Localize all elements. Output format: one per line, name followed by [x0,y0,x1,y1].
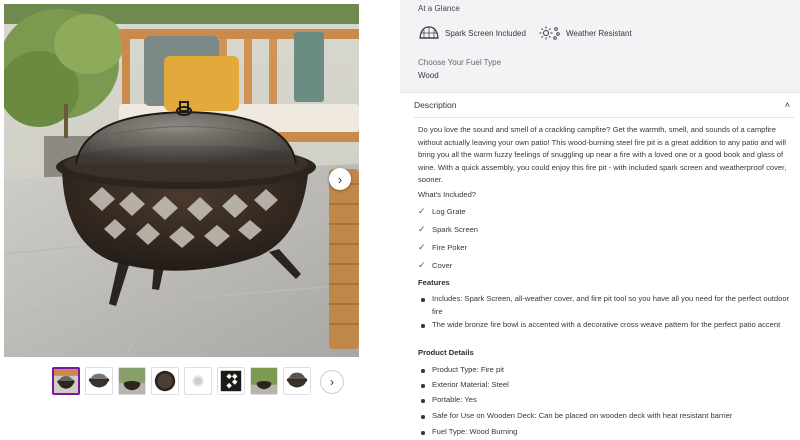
checkmark-icon: ✓ [418,260,426,270]
included-item-label: Log Grate [432,207,466,216]
product-image-gallery: › › [0,0,400,440]
chevron-right-icon: › [330,375,334,389]
thumbnail-5[interactable] [184,367,212,395]
fuel-type-label: Choose Your Fuel Type [418,58,502,67]
included-item-label: Spark Screen [432,225,479,234]
product-details-title: Product Details [418,348,474,357]
thumbnail-2[interactable] [85,367,113,395]
description-section: Description ˄ Do you love the sound and … [400,92,800,440]
included-item: ✓ Log Grate [418,206,466,217]
spark-screen-icon [419,26,439,39]
included-item-label: Cover [432,261,453,270]
thumbnail-6[interactable] [217,367,245,395]
included-item: ✓ Spark Screen [418,224,478,235]
detail-bullet: Product Type: Fire pit [418,364,790,377]
detail-bullet: Portable: Yes [418,394,790,407]
next-image-button[interactable]: › [329,168,351,190]
chevron-right-icon: › [337,171,343,187]
feature-weather-resistant: Weather Resistant [539,25,632,41]
included-item-label: Fire Poker [432,243,468,252]
feature-bullet: The wide bronze fire bowl is accented wi… [418,319,790,332]
checkmark-icon: ✓ [418,242,426,252]
next-thumbnails-button[interactable]: › [320,370,344,394]
thumbnail-3[interactable] [118,367,146,395]
whats-included-title: What's Included? [418,190,477,199]
main-product-image[interactable] [4,4,359,357]
description-title: Description [414,100,457,110]
feature-label: Spark Screen Included [445,28,526,38]
detail-bullet: Safe for Use on Wooden Deck: Can be plac… [418,410,790,423]
product-details-panel: At a Glance Spark Screen Included Weathe… [400,0,800,440]
thumbnail-strip [52,367,311,397]
description-toggle[interactable]: Description ˄ [414,93,794,118]
features-title: Features [418,278,450,287]
feature-spark-screen: Spark Screen Included [418,25,526,41]
at-a-glance-title: At a Glance [418,4,460,13]
checkmark-icon: ✓ [418,224,426,234]
thumbnail-7[interactable] [250,367,278,395]
feature-label: Weather Resistant [566,28,632,38]
thumbnail-4[interactable] [151,367,179,395]
weather-resistant-icon [539,26,560,40]
chevron-up-icon: ˄ [784,100,790,110]
detail-bullet: Fuel Type: Wood Burning [418,426,790,439]
detail-bullet: Exterior Material: Steel [418,379,790,392]
at-a-glance-section: At a Glance Spark Screen Included Weathe… [400,0,800,88]
included-item: ✓ Cover [418,260,452,271]
fire-pit-photo [4,4,359,357]
description-text: Do you love the sound and smell of a cra… [418,125,787,184]
checkmark-icon: ✓ [418,206,426,216]
thumbnail-8[interactable] [283,367,311,395]
thumbnail-1[interactable] [52,367,80,395]
feature-bullet: Includes: Spark Screen, all-weather cove… [418,293,790,318]
fuel-type-value[interactable]: Wood [418,71,439,80]
included-item: ✓ Fire Poker [418,242,467,253]
